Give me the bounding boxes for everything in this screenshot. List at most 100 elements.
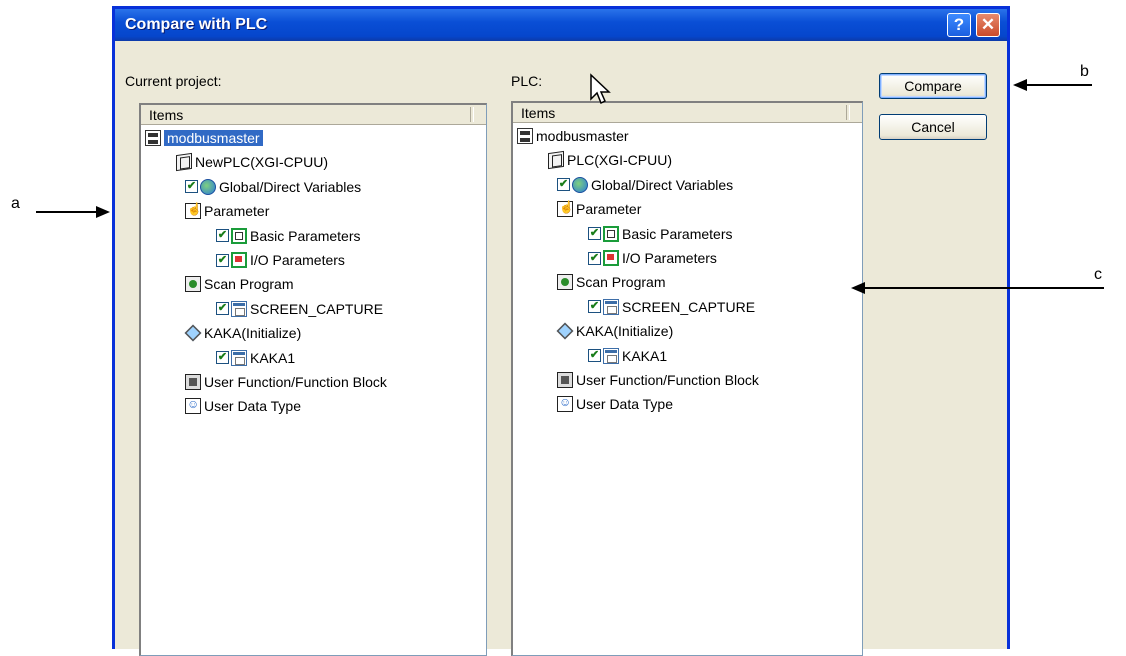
tree-item[interactable]: ✔ Global/Direct Variables [557,174,733,196]
item-checkbox[interactable]: ✔ [216,229,229,243]
tree-item-label: Scan Program [204,276,294,293]
tree-item[interactable]: User Function/Function Block [185,371,387,393]
plc-label: PLC: [511,73,543,89]
tree-item[interactable]: modbusmaster [145,127,263,149]
program-icon [231,300,247,317]
globe-icon [572,176,588,193]
item-checkbox[interactable]: ✔ [216,302,229,316]
tree-item[interactable]: ✔ Basic Parameters [216,225,360,247]
tree-item[interactable]: ✔ KAKA1 [588,345,667,367]
tree-item[interactable]: User Data Type [557,393,673,415]
title-bar: Compare with PLC ? ✕ [115,9,1007,41]
tree-item-label: Scan Program [576,274,666,291]
tree-item-label: NewPLC(XGI-CPUU) [195,154,329,171]
item-checkbox[interactable]: ✔ [216,351,229,365]
tree-item-label: Basic Parameters [622,225,733,242]
item-checkbox[interactable]: ✔ [185,180,198,194]
current-project-tree[interactable]: Items modbusmaster NewPLC(XGI-CPUU) ✔ Globa… [139,103,487,656]
plc-cube-icon [176,153,192,172]
arrowhead-icon [96,206,110,218]
tree-item[interactable]: NewPLC(XGI-CPUU) [176,151,328,173]
item-checkbox[interactable]: ✔ [588,227,601,241]
annotation-b: b [1080,63,1089,80]
annotation-a: a [11,195,20,212]
tree-item[interactable]: User Data Type [185,395,301,417]
scan-program-icon [185,276,201,293]
item-checkbox[interactable]: ✔ [588,300,601,314]
tree-item-label: modbusmaster [536,128,629,144]
function-block-icon [185,374,201,390]
tree-item[interactable]: ✔ SCREEN_CAPTURE [216,298,383,320]
mouse-cursor-icon [590,73,611,105]
io-param-icon [231,252,247,268]
tree-item-label: KAKA1 [622,347,668,364]
hand-icon [557,200,574,218]
tree-item-label: I/O Parameters [622,250,717,266]
items-column-header[interactable]: Items [141,105,486,125]
arrowhead-icon [1013,79,1027,91]
item-checkbox[interactable]: ✔ [588,349,601,363]
annotation-b-arrow [1026,84,1092,86]
tree-item[interactable]: ✔ SCREEN_CAPTURE [588,296,755,318]
tree-item[interactable]: User Function/Function Block [557,369,759,391]
tree-item-label: User Function/Function Block [204,374,387,390]
tree-item[interactable]: ✔ KAKA1 [216,347,295,369]
user-data-type-icon [185,397,201,415]
diamond-icon [184,324,202,342]
tree-item[interactable]: Parameter [185,200,269,222]
close-button[interactable]: ✕ [976,13,1000,37]
tree-item-label: Global/Direct Variables [591,176,734,193]
annotation-c: c [1094,266,1102,283]
tree-item[interactable]: KAKA(Initialize) [184,322,302,344]
tree-item-label: Basic Parameters [250,227,361,244]
tree-item-label: User Function/Function Block [576,372,759,388]
current-project-label: Current project: [125,73,222,89]
tree-item[interactable]: ✔ Basic Parameters [588,223,732,245]
tree-item[interactable]: Scan Program [557,271,665,293]
scan-program-icon [557,274,573,291]
arrowhead-icon [851,282,865,294]
program-icon [603,347,619,364]
network-icon [145,130,161,146]
tree-item-label: User Data Type [576,396,674,413]
tree-item[interactable]: KAKA(Initialize) [556,320,673,342]
user-data-type-icon [557,395,573,413]
tree-item-label: Parameter [204,203,270,220]
items-column-header[interactable]: Items [513,103,862,123]
tree-item-label: SCREEN_CAPTURE [622,298,756,315]
diamond-icon [556,322,574,340]
basic-param-icon [603,225,619,242]
tree-item[interactable]: ✔ I/O Parameters [588,247,717,269]
hand-icon [185,202,202,220]
tree-item[interactable]: Scan Program [185,273,293,295]
tree-item[interactable]: modbusmaster [517,125,629,147]
item-checkbox[interactable]: ✔ [216,253,229,267]
program-icon [603,298,619,315]
help-button[interactable]: ? [947,13,971,37]
cancel-button[interactable]: Cancel [879,114,987,140]
tree-item-label: modbusmaster [164,130,263,146]
tree-item[interactable]: ✔ Global/Direct Variables [185,176,361,198]
tree-item-label: User Data Type [204,398,302,415]
plc-cube-icon [548,151,564,170]
basic-param-icon [231,227,247,244]
tree-item[interactable]: Parameter [557,198,641,220]
tree-item[interactable]: PLC(XGI-CPUU) [548,149,672,171]
annotation-c-arrow [864,287,1104,289]
tree-item-label: SCREEN_CAPTURE [250,300,384,317]
network-icon [517,128,533,144]
tree-item-label: PLC(XGI-CPUU) [567,152,673,169]
annotation-a-arrow [36,211,102,213]
compare-button[interactable]: Compare [879,73,987,99]
tree-item[interactable]: ✔ I/O Parameters [216,249,345,271]
tree-item-label: Parameter [576,201,642,218]
item-checkbox[interactable]: ✔ [588,251,601,265]
program-icon [231,349,247,366]
plc-tree[interactable]: Items modbusmaster PLC(XGI-CPUU) ✔ Global/D… [511,101,863,656]
item-checkbox[interactable]: ✔ [557,178,570,192]
dialog-title: Compare with PLC [125,16,268,33]
io-param-icon [603,250,619,266]
tree-item-label: I/O Parameters [250,252,345,268]
tree-item-label: KAKA1 [250,349,296,366]
tree-item-label: KAKA(Initialize) [204,325,302,342]
